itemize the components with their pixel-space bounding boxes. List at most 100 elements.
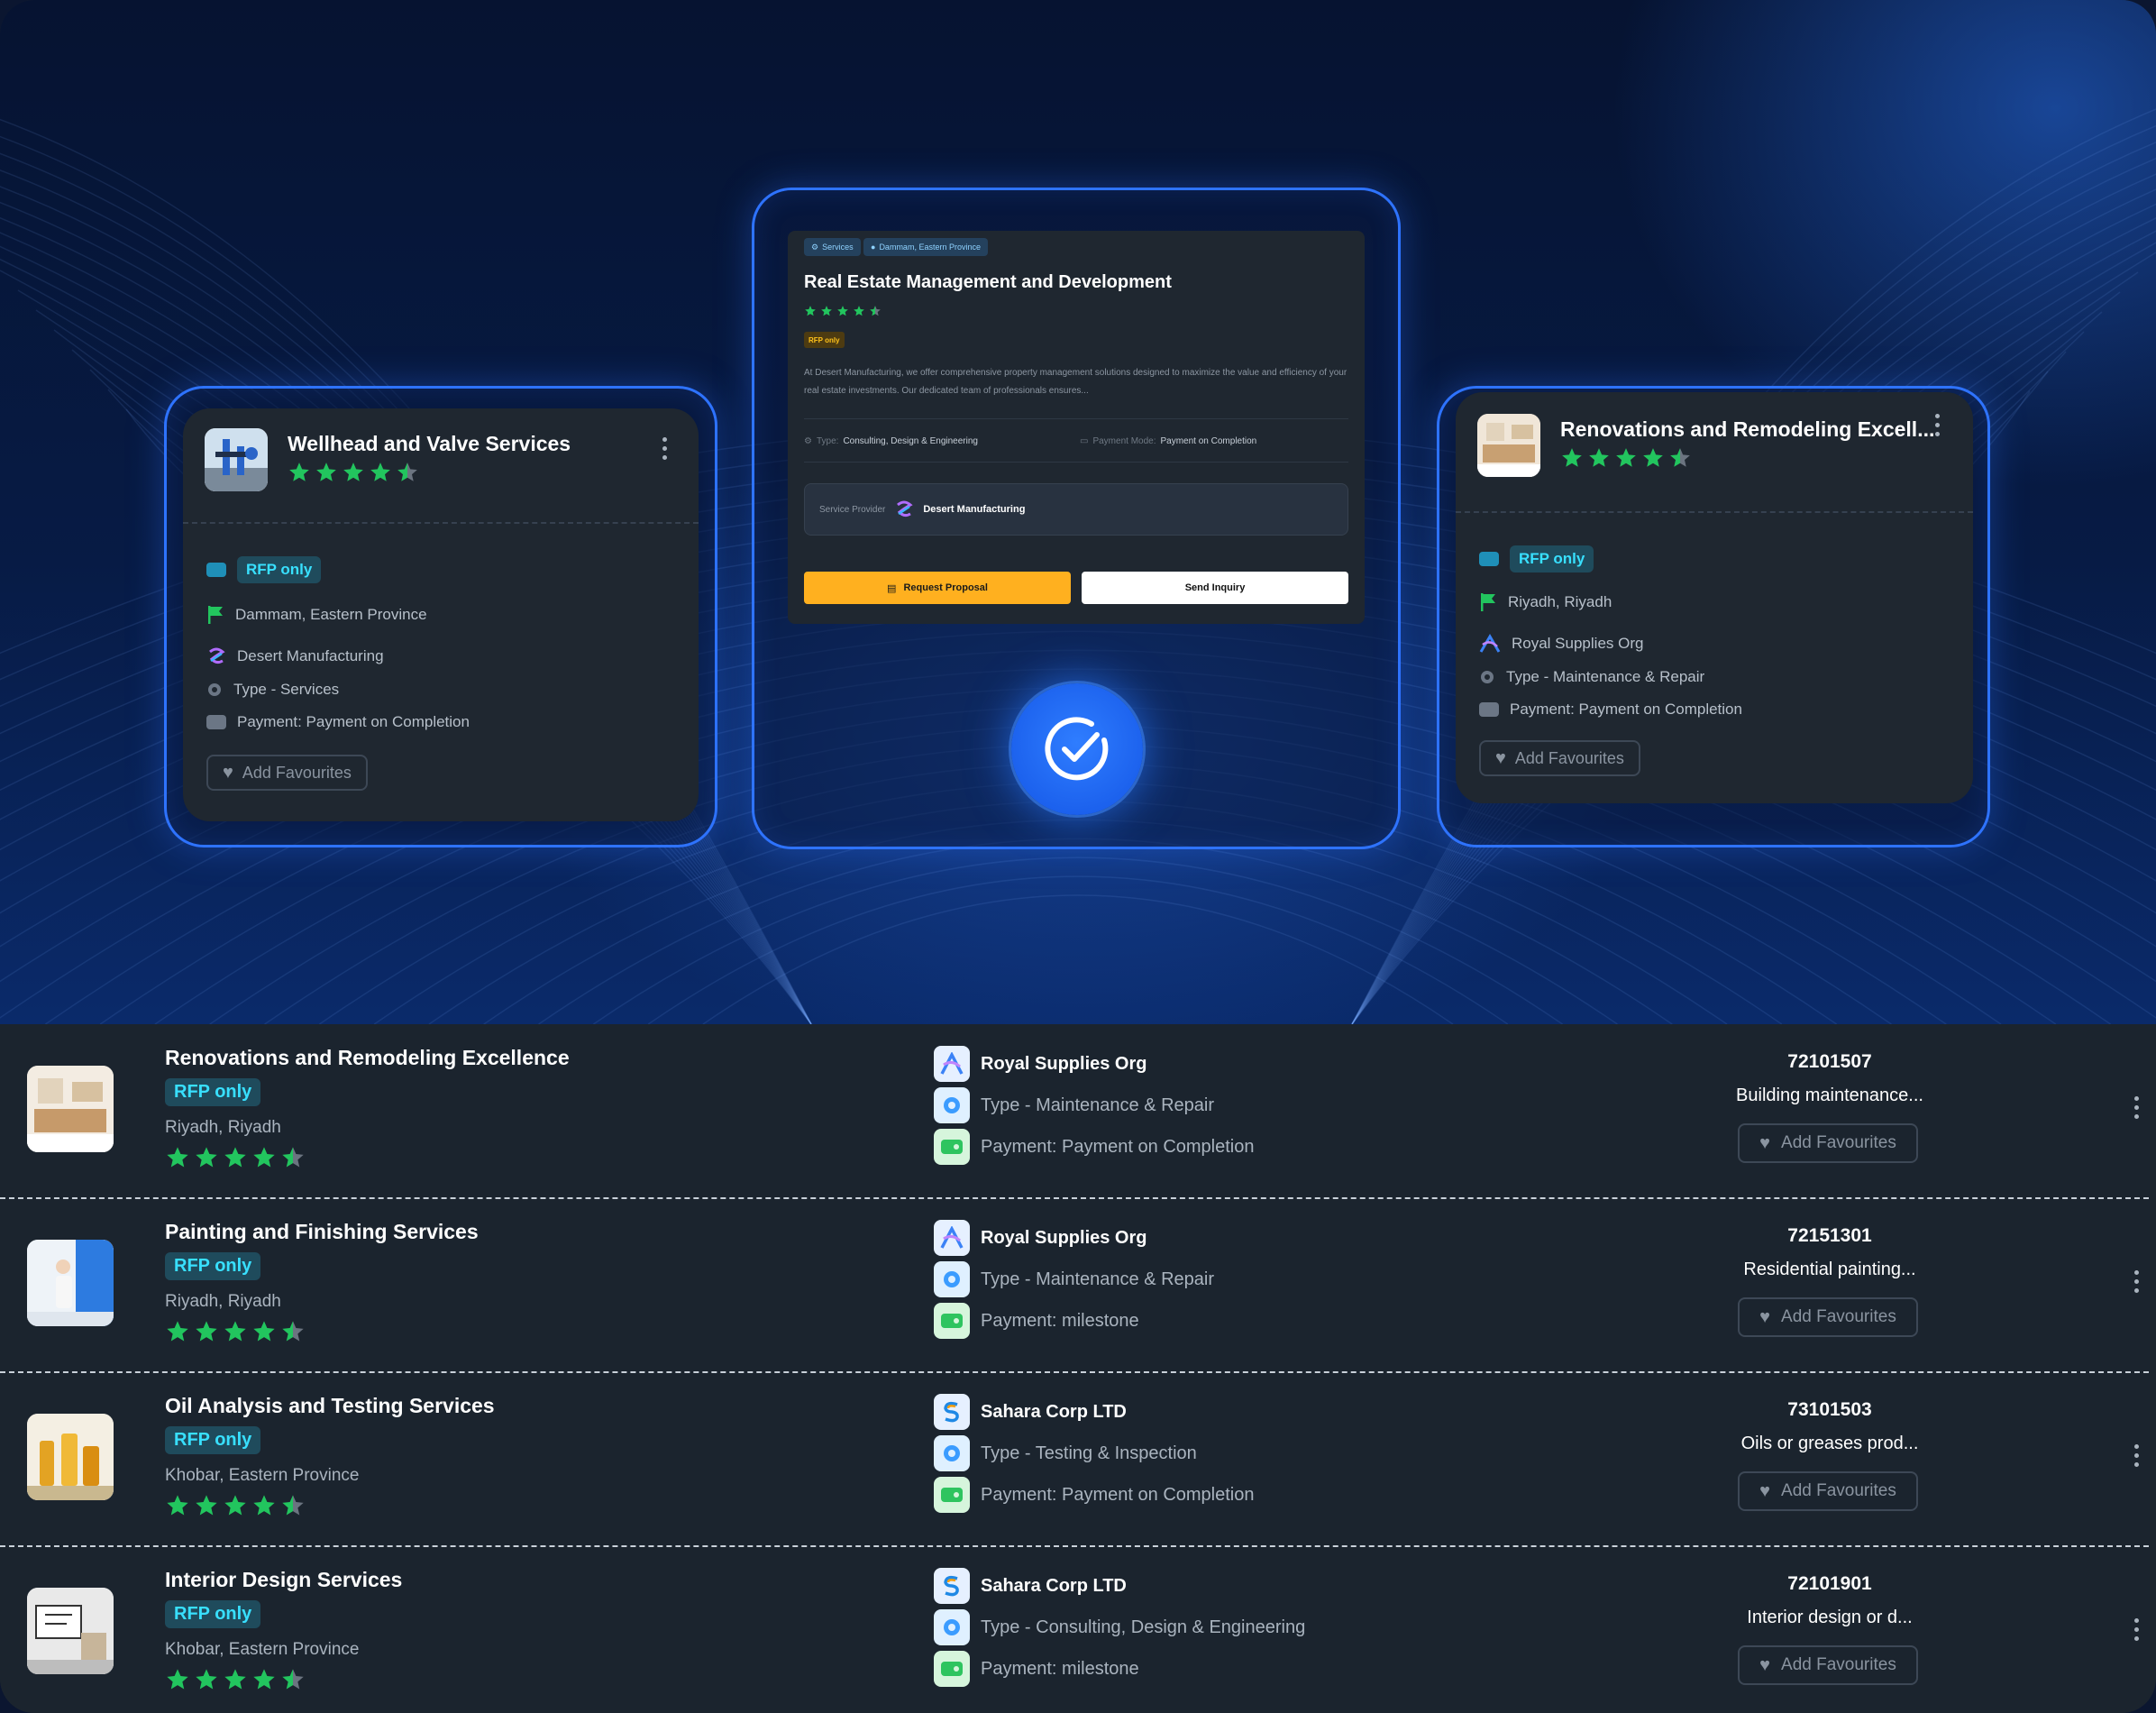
right-card-provider: Royal Supplies Org [1512,635,1644,652]
wallet-icon [1479,552,1499,566]
pin-icon: ● [871,243,876,252]
star-icon [224,1321,246,1342]
service-code: 72101507 [1787,1051,1872,1072]
star-icon [1643,448,1663,467]
star-icon [821,306,832,316]
service-payment: Payment: Payment on Completion [981,1136,1255,1157]
add-favourites-button[interactable]: ♥ Add Favourites [1738,1471,1918,1511]
star-icon [397,463,417,481]
service-payment: Payment: milestone [981,1658,1139,1679]
star-icon [854,306,864,316]
heart-icon: ♥ [1759,1132,1771,1153]
service-code: 72101901 [1787,1573,1872,1594]
gear-icon [934,1087,970,1123]
service-type: Type - Consulting, Design & Engineering [981,1617,1306,1637]
star-icon [253,1321,275,1342]
star-icon [167,1321,188,1342]
star-icon [167,1669,188,1690]
rfp-badge: RFP only [237,556,322,583]
star-icon [224,1147,246,1168]
star-icon [196,1495,217,1516]
left-card-frame: Wellhead and Valve Services RFP only Dam… [164,386,717,847]
provider-name: Royal Supplies Org [981,1053,1147,1074]
payment-icon [206,715,226,729]
location-chip[interactable]: ● Dammam, Eastern Province [863,238,988,256]
left-card-menu-icon[interactable] [655,437,673,460]
star-icon [282,1669,304,1690]
service-rating [165,1493,306,1518]
document-icon: ▤ [887,582,897,594]
heart-icon: ♥ [1759,1480,1771,1501]
send-inquiry-button[interactable]: Send Inquiry [1082,572,1348,604]
center-card-title: Real Estate Management and Development [804,272,1172,292]
star-icon [870,306,881,316]
right-service-card[interactable]: Renovations and Remodeling Excell... RFP… [1456,392,1973,803]
service-rating [165,1145,306,1170]
row-menu-icon[interactable] [2127,1270,2145,1293]
row-menu-icon[interactable] [2127,1096,2145,1119]
add-favourites-button[interactable]: ♥ Add Favourites [206,755,368,791]
gear-icon [934,1435,970,1471]
page-frame: Wellhead and Valve Services RFP only Dam… [0,0,2156,1713]
service-title: Renovations and Remodeling Excellence [165,1046,570,1069]
star-icon [282,1147,304,1168]
service-rating [165,1667,306,1692]
row-menu-icon[interactable] [2127,1618,2145,1641]
service-thumbnail [27,1588,114,1674]
renovation-thumbnail [1477,414,1540,477]
service-location: Riyadh, Riyadh [165,1292,281,1311]
service-code: 72151301 [1787,1225,1872,1246]
right-card-menu-icon[interactable] [1928,414,1946,436]
star-icon [837,306,848,316]
star-icon [167,1147,188,1168]
provider-name: Desert Manufacturing [923,504,1026,515]
check-circle-icon [1011,683,1143,815]
service-title: Painting and Finishing Services [165,1220,479,1243]
provider-name: Sahara Corp LTD [981,1575,1127,1596]
add-favourites-button[interactable]: ♥ Add Favourites [1479,740,1640,776]
right-card-rating [1560,446,1692,470]
list-item[interactable]: Painting and Finishing Services RFP only… [0,1198,2149,1371]
center-service-card[interactable]: ⚙ Services ● Dammam, Eastern Province Re… [788,231,1365,624]
service-thumbnail [27,1240,114,1326]
service-type: Type - Maintenance & Repair [981,1269,1215,1289]
flag-icon [208,606,223,624]
service-description: Building maintenance... [1736,1086,1923,1105]
service-code: 73101503 [1787,1399,1872,1420]
left-service-card[interactable]: Wellhead and Valve Services RFP only Dam… [183,408,699,821]
star-icon [253,1669,275,1690]
left-card-payment: Payment: Payment on Completion [237,713,470,730]
row-menu-icon[interactable] [2127,1444,2145,1467]
center-card-payment: Payment on Completion [1160,436,1257,446]
service-location: Riyadh, Riyadh [165,1118,281,1137]
desert-logo-icon [209,647,225,664]
star-icon [289,463,309,481]
request-proposal-button[interactable]: ▤ Request Proposal [804,572,1071,604]
category-chip[interactable]: ⚙ Services [804,238,861,256]
rfp-badge: RFP only [804,332,845,348]
hero-section: Wellhead and Valve Services RFP only Dam… [0,0,2156,1024]
list-item[interactable]: Renovations and Remodeling Excellence RF… [0,1024,2149,1197]
star-icon [224,1669,246,1690]
heart-icon: ♥ [1759,1654,1771,1675]
provider-name: Sahara Corp LTD [981,1401,1127,1422]
list-item[interactable]: Oil Analysis and Testing Services RFP on… [0,1372,2149,1545]
add-favourites-button[interactable]: ♥ Add Favourites [1738,1645,1918,1685]
center-card-divider-2 [804,462,1348,463]
right-card-type: Type - Maintenance & Repair [1506,668,1705,685]
right-card-location: Riyadh, Riyadh [1508,593,1612,610]
payment-icon [934,1129,970,1165]
add-favourites-button[interactable]: ♥ Add Favourites [1738,1297,1918,1337]
add-favourites-button[interactable]: ♥ Add Favourites [1738,1123,1918,1163]
royal-logo-icon [934,1046,970,1082]
heart-icon: ♥ [1759,1306,1771,1327]
flag-icon [1481,593,1495,611]
center-card-description: At Desert Manufacturing, we offer compre… [804,368,1348,396]
center-card-type: Consulting, Design & Engineering [843,436,978,446]
payment-icon [934,1477,970,1513]
service-type: Type - Maintenance & Repair [981,1095,1215,1115]
star-icon [196,1321,217,1342]
service-provider-box[interactable]: Service Provider Desert Manufacturing [804,483,1348,536]
list-item[interactable]: Interior Design Services RFP only Khobar… [0,1546,2149,1713]
center-card-rating [804,305,882,317]
